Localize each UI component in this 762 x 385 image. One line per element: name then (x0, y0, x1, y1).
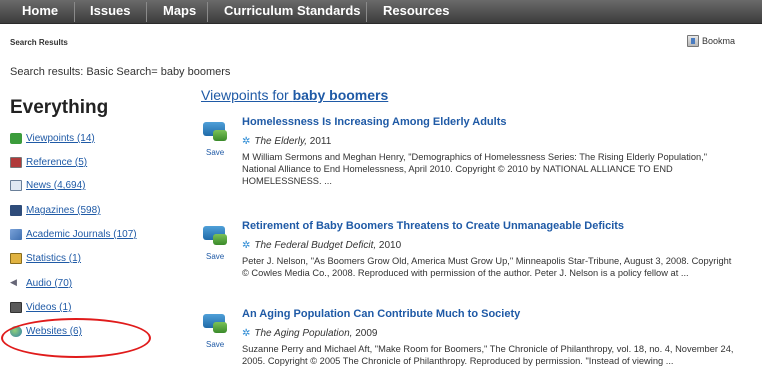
facet-news[interactable]: News (4,694) (10, 180, 85, 196)
viewpoints-icon (10, 133, 22, 144)
snippet-line: © Cowles Media Co., 2008. Reproduced wit… (242, 268, 689, 278)
news-icon (10, 180, 22, 191)
facet-label[interactable]: Statistics (1) (26, 253, 81, 264)
result-title[interactable]: An Aging Population Can Contribute Much … (242, 308, 520, 320)
heading-prefix: Viewpoints for (201, 87, 293, 103)
nav-curriculum-standards[interactable]: Curriculum Standards (224, 2, 361, 22)
journals-icon (10, 229, 22, 240)
magazines-icon (10, 205, 22, 216)
highlight-circle (1, 318, 151, 358)
save-button[interactable]: Save (206, 148, 224, 157)
source-year: 2009 (355, 328, 378, 339)
result-title[interactable]: Retirement of Baby Boomers Threatens to … (242, 220, 624, 232)
breadcrumb: Search Results (10, 38, 68, 47)
result-snippet: M William Sermons and Meghan Henry, "Dem… (242, 151, 762, 187)
reference-icon (10, 157, 22, 168)
source-title[interactable]: The Elderly, (254, 136, 307, 147)
videos-icon (10, 302, 22, 313)
save-icon[interactable] (203, 122, 227, 141)
snippet-line: Peter J. Nelson, "As Boomers Grow Old, A… (242, 256, 732, 266)
facet-label[interactable]: Audio (70) (26, 278, 72, 289)
facet-label[interactable]: Viewpoints (14) (26, 133, 95, 144)
source-title[interactable]: The Aging Population, (254, 328, 352, 339)
viewpoint-icon: ✲ (242, 136, 251, 147)
facet-label[interactable]: News (4,694) (26, 180, 85, 191)
save-icon[interactable] (203, 314, 227, 333)
search-summary: Search results: Basic Search= baby boome… (10, 66, 231, 78)
facet-viewpoints[interactable]: Viewpoints (14) (10, 133, 95, 149)
heading-term: baby boomers (292, 87, 389, 103)
facet-magazines[interactable]: Magazines (598) (10, 205, 100, 221)
bookmark-button[interactable]: Bookma (687, 35, 735, 49)
nav-divider (366, 2, 367, 22)
result-source: ✲ The Elderly, 2011 (242, 136, 331, 147)
bookmark-icon (687, 35, 699, 47)
nav-issues[interactable]: Issues (90, 2, 130, 22)
result-title[interactable]: Homelessness Is Increasing Among Elderly… (242, 116, 507, 128)
statistics-icon (10, 253, 22, 264)
nav-resources[interactable]: Resources (383, 2, 449, 22)
viewpoint-icon: ✲ (242, 240, 251, 251)
source-year: 2011 (309, 136, 332, 147)
snippet-line: National Alliance to End Homelessness, A… (242, 164, 673, 174)
facet-label[interactable]: Academic Journals (107) (26, 229, 137, 240)
save-button[interactable]: Save (206, 340, 224, 349)
facet-audio[interactable]: Audio (70) (10, 277, 72, 294)
facet-videos[interactable]: Videos (1) (10, 302, 71, 318)
snippet-line: 2005. Copyright © 2005 The Chronicle of … (242, 356, 674, 366)
nav-maps[interactable]: Maps (163, 2, 196, 22)
viewpoint-icon: ✲ (242, 328, 251, 339)
nav-divider (74, 2, 75, 22)
snippet-line: Suzanne Perry and Michael Aft, "Make Roo… (242, 344, 734, 354)
top-nav: Home Issues Maps Curriculum Standards Re… (0, 0, 762, 24)
audio-icon (10, 277, 22, 289)
bookmark-label: Bookma (702, 36, 736, 46)
facet-heading: Everything (10, 97, 109, 118)
viewpoints-heading[interactable]: Viewpoints for baby boomers (201, 87, 388, 103)
facet-statistics[interactable]: Statistics (1) (10, 253, 81, 269)
nav-home[interactable]: Home (22, 2, 58, 22)
facet-academic-journals[interactable]: Academic Journals (107) (10, 229, 137, 245)
nav-divider (207, 2, 208, 22)
facet-reference[interactable]: Reference (5) (10, 157, 87, 173)
result-source: ✲ The Federal Budget Deficit, 2010 (242, 240, 401, 251)
result-snippet: Suzanne Perry and Michael Aft, "Make Roo… (242, 343, 762, 367)
snippet-line: HOMELESSNESS. ... (242, 176, 332, 186)
save-icon[interactable] (203, 226, 227, 245)
result-source: ✲ The Aging Population, 2009 (242, 328, 377, 339)
facet-label[interactable]: Magazines (598) (26, 205, 100, 216)
facet-label[interactable]: Videos (1) (26, 302, 71, 313)
source-title[interactable]: The Federal Budget Deficit, (254, 240, 376, 251)
source-year: 2010 (378, 240, 402, 251)
nav-divider (146, 2, 147, 22)
facet-label[interactable]: Reference (5) (26, 157, 87, 168)
result-snippet: Peter J. Nelson, "As Boomers Grow Old, A… (242, 255, 762, 279)
snippet-line: M William Sermons and Meghan Henry, "Dem… (242, 152, 708, 162)
save-button[interactable]: Save (206, 252, 224, 261)
